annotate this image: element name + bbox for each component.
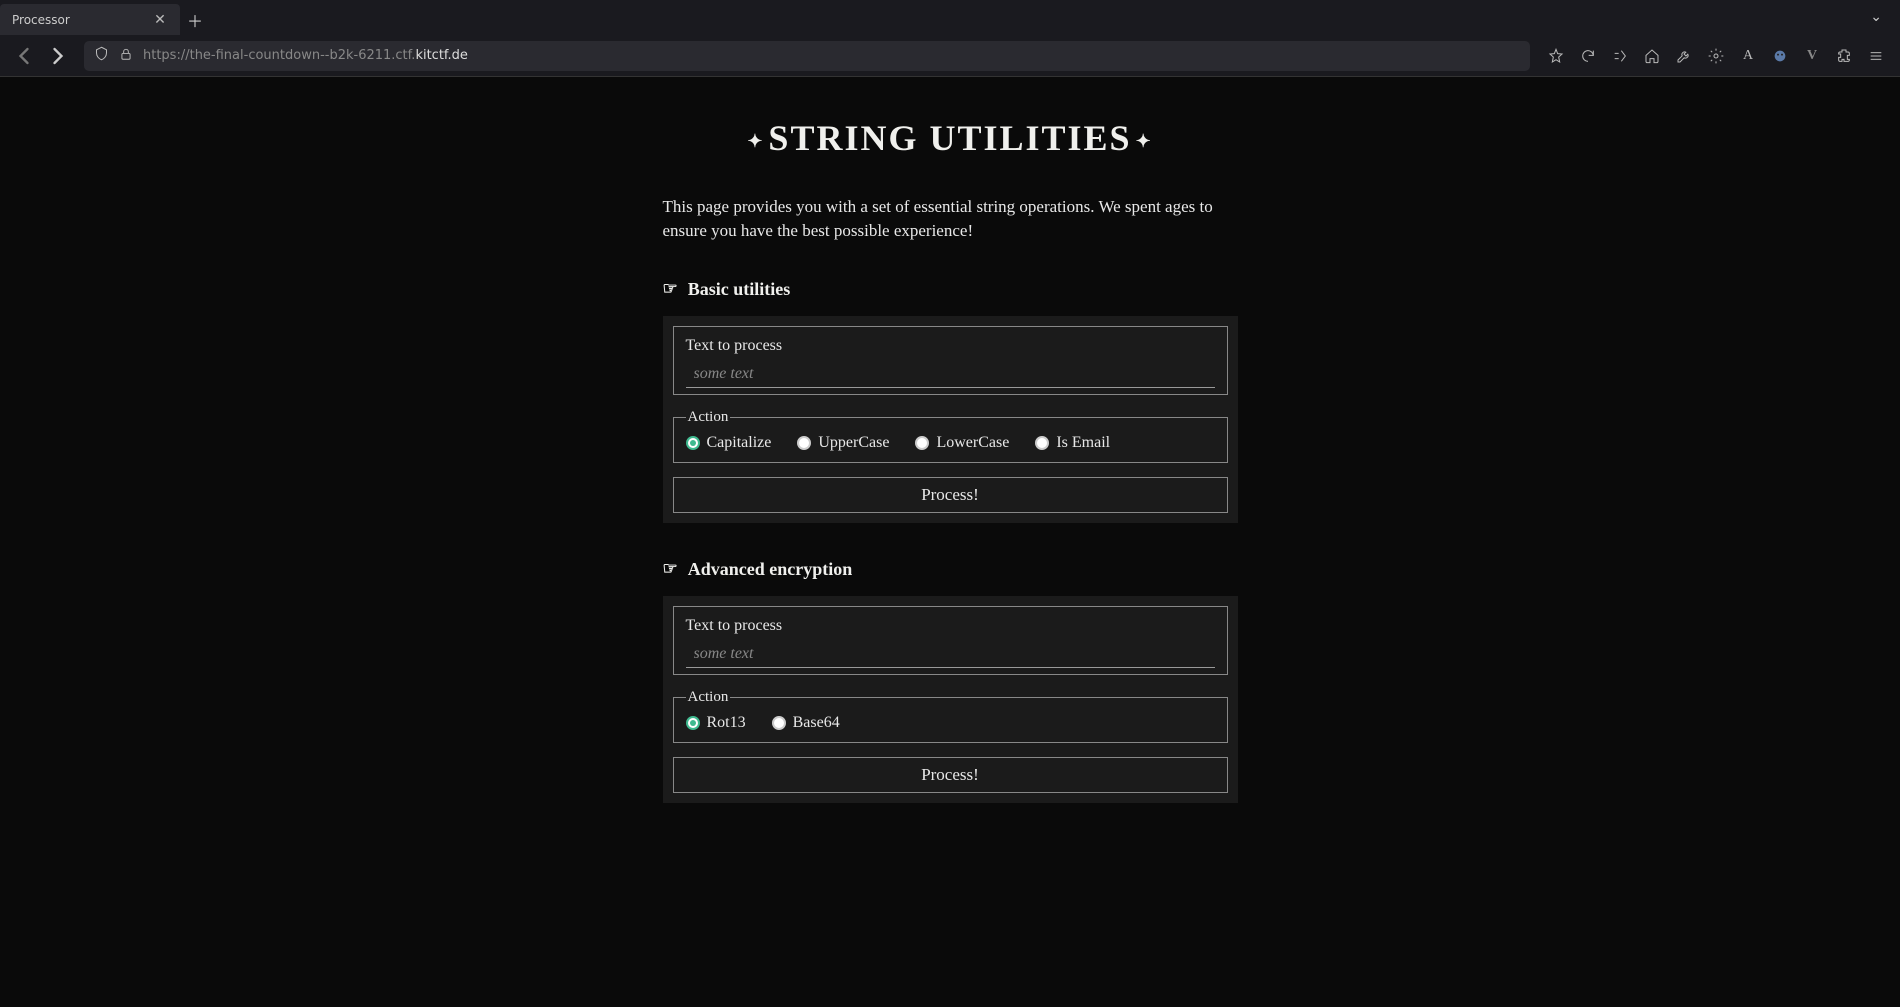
page-content: ✦STRING UTILITIES✦ This page provides yo… [0, 77, 1900, 839]
tabs-dropdown-icon[interactable]: ⌄ [1862, 5, 1890, 30]
basic-text-input[interactable] [686, 361, 1215, 388]
advanced-action-fieldset: Action Rot13 Base64 [673, 689, 1228, 743]
menu-icon[interactable] [1862, 42, 1890, 70]
advanced-text-input[interactable] [686, 641, 1215, 668]
advanced-text-box: Text to process [673, 606, 1228, 675]
tab-title: Processor [12, 13, 144, 27]
radio-icon [915, 436, 929, 450]
action-legend: Action [686, 689, 731, 706]
radio-icon [797, 436, 811, 450]
radio-isemail[interactable]: Is Email [1035, 434, 1110, 452]
radio-icon [1035, 436, 1049, 450]
font-icon[interactable]: A [1734, 42, 1762, 70]
page-title: ✦STRING UTILITIES✦ [663, 117, 1238, 159]
advanced-process-button[interactable]: Process! [673, 757, 1228, 793]
pointing-hand-icon: ☞ [663, 279, 678, 299]
lock-icon[interactable] [119, 47, 133, 65]
url-text: https://the-final-countdown--b2k-6211.ct… [143, 48, 1520, 63]
radio-icon [686, 436, 700, 450]
radio-capitalize[interactable]: Capitalize [686, 434, 772, 452]
extensions-icon[interactable] [1830, 42, 1858, 70]
radio-lowercase[interactable]: LowerCase [915, 434, 1009, 452]
extension-icon-2[interactable] [1766, 42, 1794, 70]
close-icon[interactable]: ✕ [152, 12, 168, 28]
page-description: This page provides you with a set of ess… [663, 195, 1238, 243]
text-label: Text to process [686, 337, 1215, 355]
sparkle-icon: ✦ [1136, 131, 1153, 151]
basic-panel: Text to process Action Capitalize UpperC… [663, 316, 1238, 523]
address-bar[interactable]: https://the-final-countdown--b2k-6211.ct… [84, 41, 1530, 71]
radio-uppercase[interactable]: UpperCase [797, 434, 889, 452]
radio-rot13[interactable]: Rot13 [686, 714, 746, 732]
browser-toolbar: https://the-final-countdown--b2k-6211.ct… [0, 35, 1900, 77]
pointing-hand-icon: ☞ [663, 559, 678, 579]
advanced-panel: Text to process Action Rot13 Base64 Proc… [663, 596, 1238, 803]
extension-icon-3[interactable]: V [1798, 42, 1826, 70]
shield-icon[interactable] [94, 46, 109, 65]
browser-tab[interactable]: Processor ✕ [0, 4, 180, 35]
basic-text-box: Text to process [673, 326, 1228, 395]
browser-tab-bar: Processor ✕ ＋ ⌄ [0, 0, 1900, 35]
action-legend: Action [686, 409, 731, 426]
radio-icon [772, 716, 786, 730]
bookmark-icon[interactable] [1542, 42, 1570, 70]
extension-icon-1[interactable] [1606, 42, 1634, 70]
section-heading-basic: ☞ Basic utilities [663, 279, 1238, 300]
basic-action-fieldset: Action Capitalize UpperCase LowerCase [673, 409, 1228, 463]
dev-tools-icon[interactable] [1670, 42, 1698, 70]
forward-button[interactable] [44, 42, 72, 70]
home-icon[interactable] [1638, 42, 1666, 70]
text-label: Text to process [686, 617, 1215, 635]
section-heading-advanced: ☞ Advanced encryption [663, 559, 1238, 580]
sparkle-icon: ✦ [747, 131, 764, 151]
basic-process-button[interactable]: Process! [673, 477, 1228, 513]
radio-base64[interactable]: Base64 [772, 714, 840, 732]
radio-icon [686, 716, 700, 730]
new-tab-button[interactable]: ＋ [180, 4, 210, 35]
settings-icon[interactable] [1702, 42, 1730, 70]
back-button[interactable] [10, 42, 38, 70]
reload-icon[interactable] [1574, 42, 1602, 70]
